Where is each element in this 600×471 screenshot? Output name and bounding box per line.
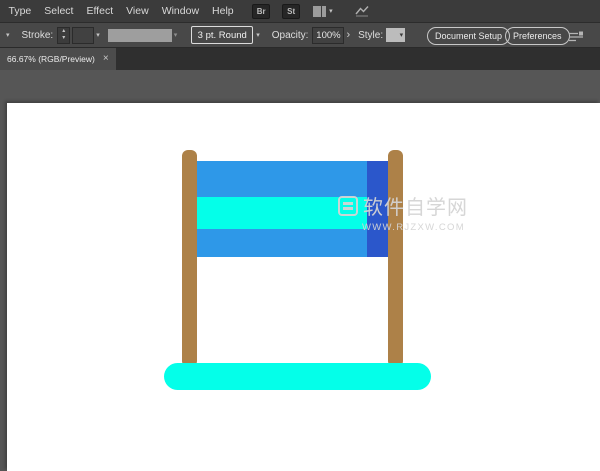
workspace-icon[interactable] bbox=[355, 5, 369, 17]
right-post-shape[interactable] bbox=[388, 150, 403, 367]
control-bar: ▾ Stroke: ▴ ▾ ▾ ▾ 3 pt. Round ▾ Opacity:… bbox=[0, 22, 600, 48]
style-chevron-icon: ▾ bbox=[400, 32, 404, 39]
watermark-url: WWW.RJZXW.COM bbox=[362, 222, 468, 233]
banner-bottom-stripe[interactable] bbox=[197, 229, 390, 257]
stroke-label: Stroke: bbox=[22, 30, 54, 41]
watermark-title: 软件自学网 bbox=[363, 191, 468, 220]
watermark-row: 软件自学网 bbox=[338, 191, 468, 220]
stepper-up-icon[interactable]: ▴ bbox=[62, 28, 65, 35]
bridge-icon[interactable]: Br bbox=[252, 4, 270, 19]
stroke-weight-field[interactable] bbox=[72, 27, 94, 44]
left-post-shape[interactable] bbox=[182, 150, 197, 367]
style-swatch-select[interactable]: ▾ bbox=[386, 28, 405, 42]
preferences-button[interactable]: Preferences bbox=[505, 27, 570, 45]
watermark: 软件自学网 WWW.RJZXW.COM bbox=[338, 191, 468, 233]
stroke-weight-stepper[interactable]: ▴ ▾ bbox=[57, 27, 70, 44]
watermark-logo-icon bbox=[338, 196, 358, 216]
document-tab[interactable]: 66.67% (RGB/Preview) × bbox=[0, 48, 116, 70]
swatch-dropdown-chevron[interactable]: ▾ bbox=[6, 32, 10, 39]
style-label: Style: bbox=[358, 30, 383, 41]
panel-options-icon[interactable] bbox=[568, 30, 584, 43]
menu-type[interactable]: Type bbox=[2, 0, 38, 22]
brush-definition-select[interactable]: 3 pt. Round bbox=[191, 26, 253, 44]
opacity-expand-chevron[interactable]: › bbox=[346, 30, 350, 41]
base-shape[interactable] bbox=[164, 363, 431, 390]
arrange-documents-button[interactable]: ▾ bbox=[313, 6, 333, 17]
width-profile-chevron[interactable]: ▾ bbox=[174, 32, 178, 39]
illustrator-window: Type Select Effect View Window Help Br S… bbox=[0, 0, 600, 471]
stepper-down-icon[interactable]: ▾ bbox=[62, 35, 65, 42]
arrange-documents-icon bbox=[313, 6, 326, 17]
document-tab-title: 66.67% (RGB/Preview) bbox=[7, 54, 95, 64]
document-tab-bar: 66.67% (RGB/Preview) × bbox=[0, 48, 600, 70]
menu-effect[interactable]: Effect bbox=[80, 0, 120, 22]
width-profile-preview[interactable] bbox=[108, 29, 172, 42]
document-setup-button[interactable]: Document Setup bbox=[427, 27, 510, 45]
stroke-weight-chevron[interactable]: ▾ bbox=[96, 32, 100, 39]
artboard-canvas[interactable] bbox=[7, 103, 600, 471]
menu-help[interactable]: Help bbox=[206, 0, 241, 22]
menu-bar: Type Select Effect View Window Help Br S… bbox=[0, 0, 600, 22]
menu-window[interactable]: Window bbox=[155, 0, 205, 22]
stock-icon[interactable]: St bbox=[282, 4, 300, 19]
brush-definition-chevron[interactable]: ▾ bbox=[256, 32, 260, 39]
menu-select[interactable]: Select bbox=[38, 0, 80, 22]
opacity-value-field[interactable]: 100% bbox=[312, 27, 344, 44]
menu-view[interactable]: View bbox=[120, 0, 156, 22]
chevron-down-icon: ▾ bbox=[329, 8, 333, 15]
opacity-label: Opacity: bbox=[272, 30, 309, 41]
close-icon[interactable]: × bbox=[103, 54, 109, 64]
